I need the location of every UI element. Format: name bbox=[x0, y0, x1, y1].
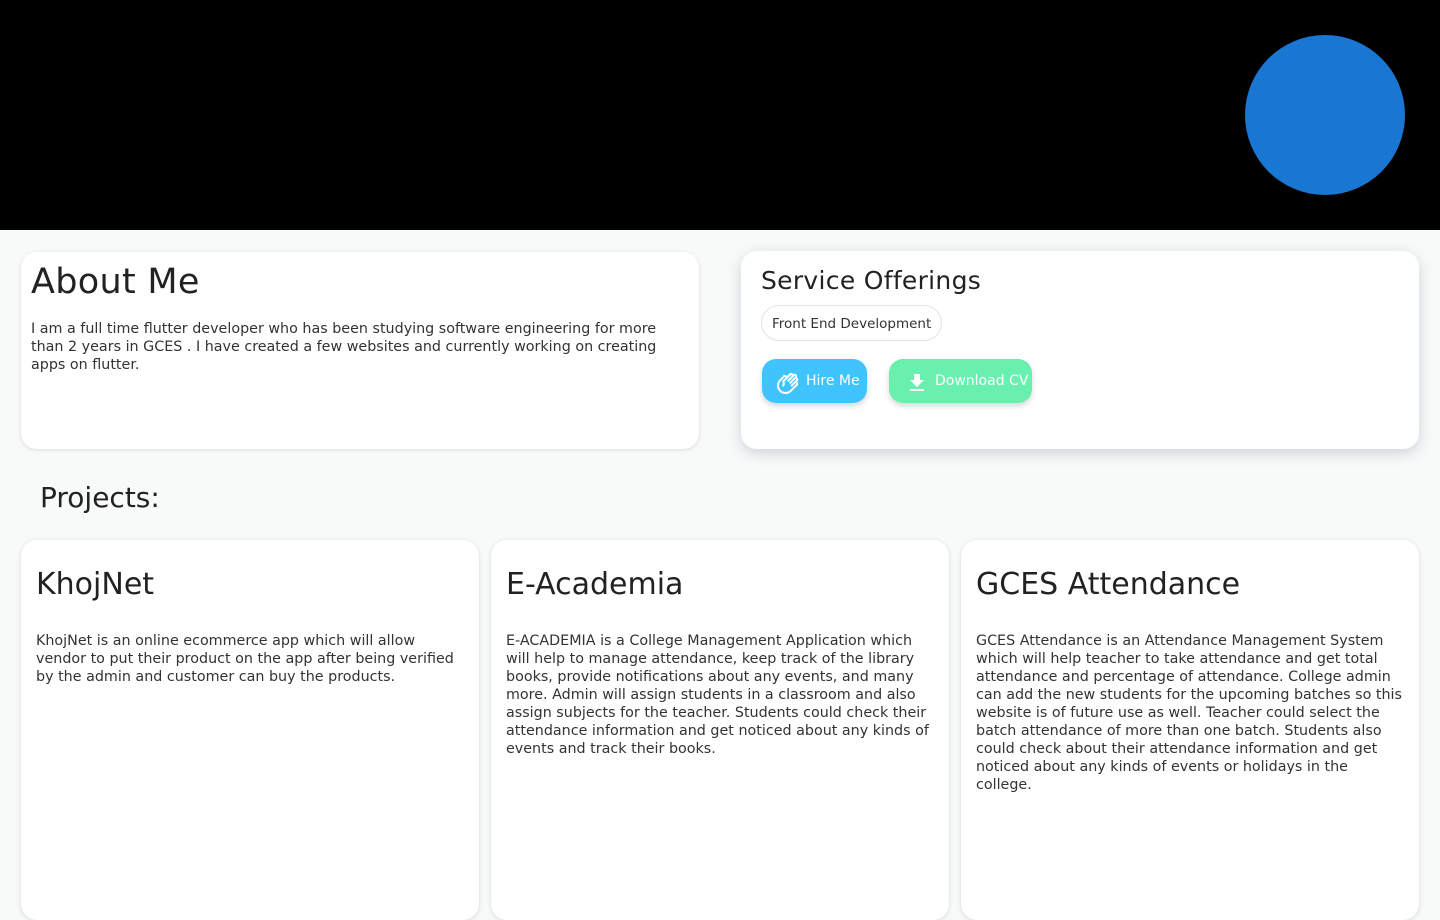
download-cv-label: Download CV bbox=[935, 373, 1029, 389]
project-card-gces-attendance[interactable]: GCES Attendance GCES Attendance is an At… bbox=[961, 540, 1419, 920]
download-icon bbox=[905, 369, 929, 393]
project-card-khojnet[interactable]: KhojNet KhojNet is an online ecommerce a… bbox=[21, 540, 479, 920]
profile-avatar[interactable] bbox=[1245, 35, 1405, 195]
header-banner bbox=[0, 0, 1440, 230]
download-cv-button[interactable]: Download CV bbox=[889, 359, 1032, 403]
hire-me-label: Hire Me bbox=[806, 373, 860, 389]
about-me-card: About Me I am a full time flutter develo… bbox=[21, 252, 699, 449]
project-title: E-Academia bbox=[506, 567, 684, 602]
service-chip-front-end[interactable]: Front End Development bbox=[761, 305, 943, 341]
project-title: GCES Attendance bbox=[976, 567, 1241, 602]
service-offerings-card: Service Offerings Front End Development … bbox=[741, 251, 1419, 449]
hire-me-button[interactable]: Hire Me bbox=[762, 359, 867, 403]
waving-hand-icon bbox=[776, 369, 800, 394]
about-me-text: I am a full time flutter developer who h… bbox=[31, 321, 657, 373]
project-title: KhojNet bbox=[36, 567, 155, 602]
project-description: KhojNet is an online ecommerce app which… bbox=[36, 633, 454, 685]
about-me-title: About Me bbox=[31, 262, 200, 302]
project-description: GCES Attendance is an Attendance Managem… bbox=[976, 633, 1402, 793]
service-offerings-title: Service Offerings bbox=[761, 266, 982, 295]
project-description: E-ACADEMIA is a College Management Appli… bbox=[506, 633, 929, 757]
projects-heading: Projects: bbox=[40, 481, 160, 514]
project-card-e-academia[interactable]: E-Academia E-ACADEMIA is a College Manag… bbox=[491, 540, 949, 920]
